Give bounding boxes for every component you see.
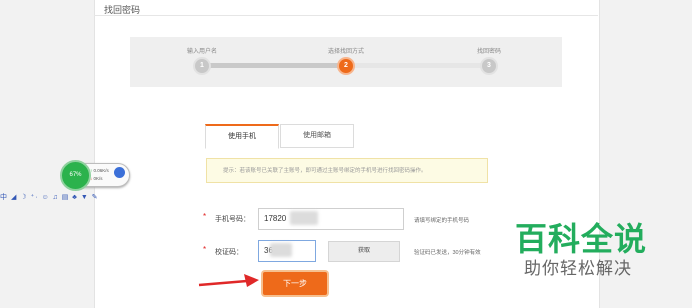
download-speed: ↓ 0K/s	[90, 176, 103, 181]
redaction-blur	[290, 211, 318, 225]
step-label-1: 输入用户名	[186, 49, 218, 55]
code-hint: 验证码已发送，30分钟有效	[414, 250, 481, 256]
watermark-subtitle: 助你轻松解决	[524, 259, 632, 278]
accelerator-ball-icon[interactable]	[114, 167, 125, 178]
step-1-indicator: 1	[193, 57, 211, 75]
tab-use-phone[interactable]: 使用手机	[205, 124, 279, 149]
tab-use-email[interactable]: 使用邮箱	[280, 124, 354, 148]
upload-speed: ↑ 0.06K/s	[90, 168, 109, 173]
phone-hint: 请填写绑定的手机号码	[414, 218, 470, 224]
next-step-button[interactable]: 下一步	[263, 272, 327, 295]
step-3-indicator: 3	[480, 57, 498, 75]
phone-label: 手机号码：	[215, 216, 250, 223]
divider	[94, 15, 598, 16]
required-mark: *	[203, 212, 207, 221]
step-line-1	[202, 63, 345, 68]
phone-input[interactable]: 17820	[258, 208, 404, 230]
required-mark: *	[203, 245, 207, 254]
step-line-2	[345, 63, 489, 68]
progress-stepper: 输入用户名 选择找回方式 找回密码 1 2 3	[130, 37, 562, 87]
step-label-2: 选择找回方式	[327, 49, 365, 55]
speed-gauge[interactable]: 67%	[60, 160, 91, 191]
get-code-button[interactable]: 获取	[328, 241, 400, 262]
step-label-3: 找回密码	[476, 49, 502, 55]
redaction-blur	[270, 243, 292, 257]
phone-value: 17820	[264, 214, 287, 223]
red-arrow-icon	[198, 274, 259, 287]
code-label: 校证码：	[215, 249, 243, 256]
step-2-indicator: 2	[337, 57, 355, 75]
floating-toolbar-icons[interactable]: 中 ◢ ☽ ⁺· ☺ ♫ ▤ ♣ ▼ ✎	[0, 192, 99, 202]
tip-box: 提示：若该账号已关联了主账号，即可通过主账号绑定的手机号进行找回密码操作。	[206, 158, 488, 183]
